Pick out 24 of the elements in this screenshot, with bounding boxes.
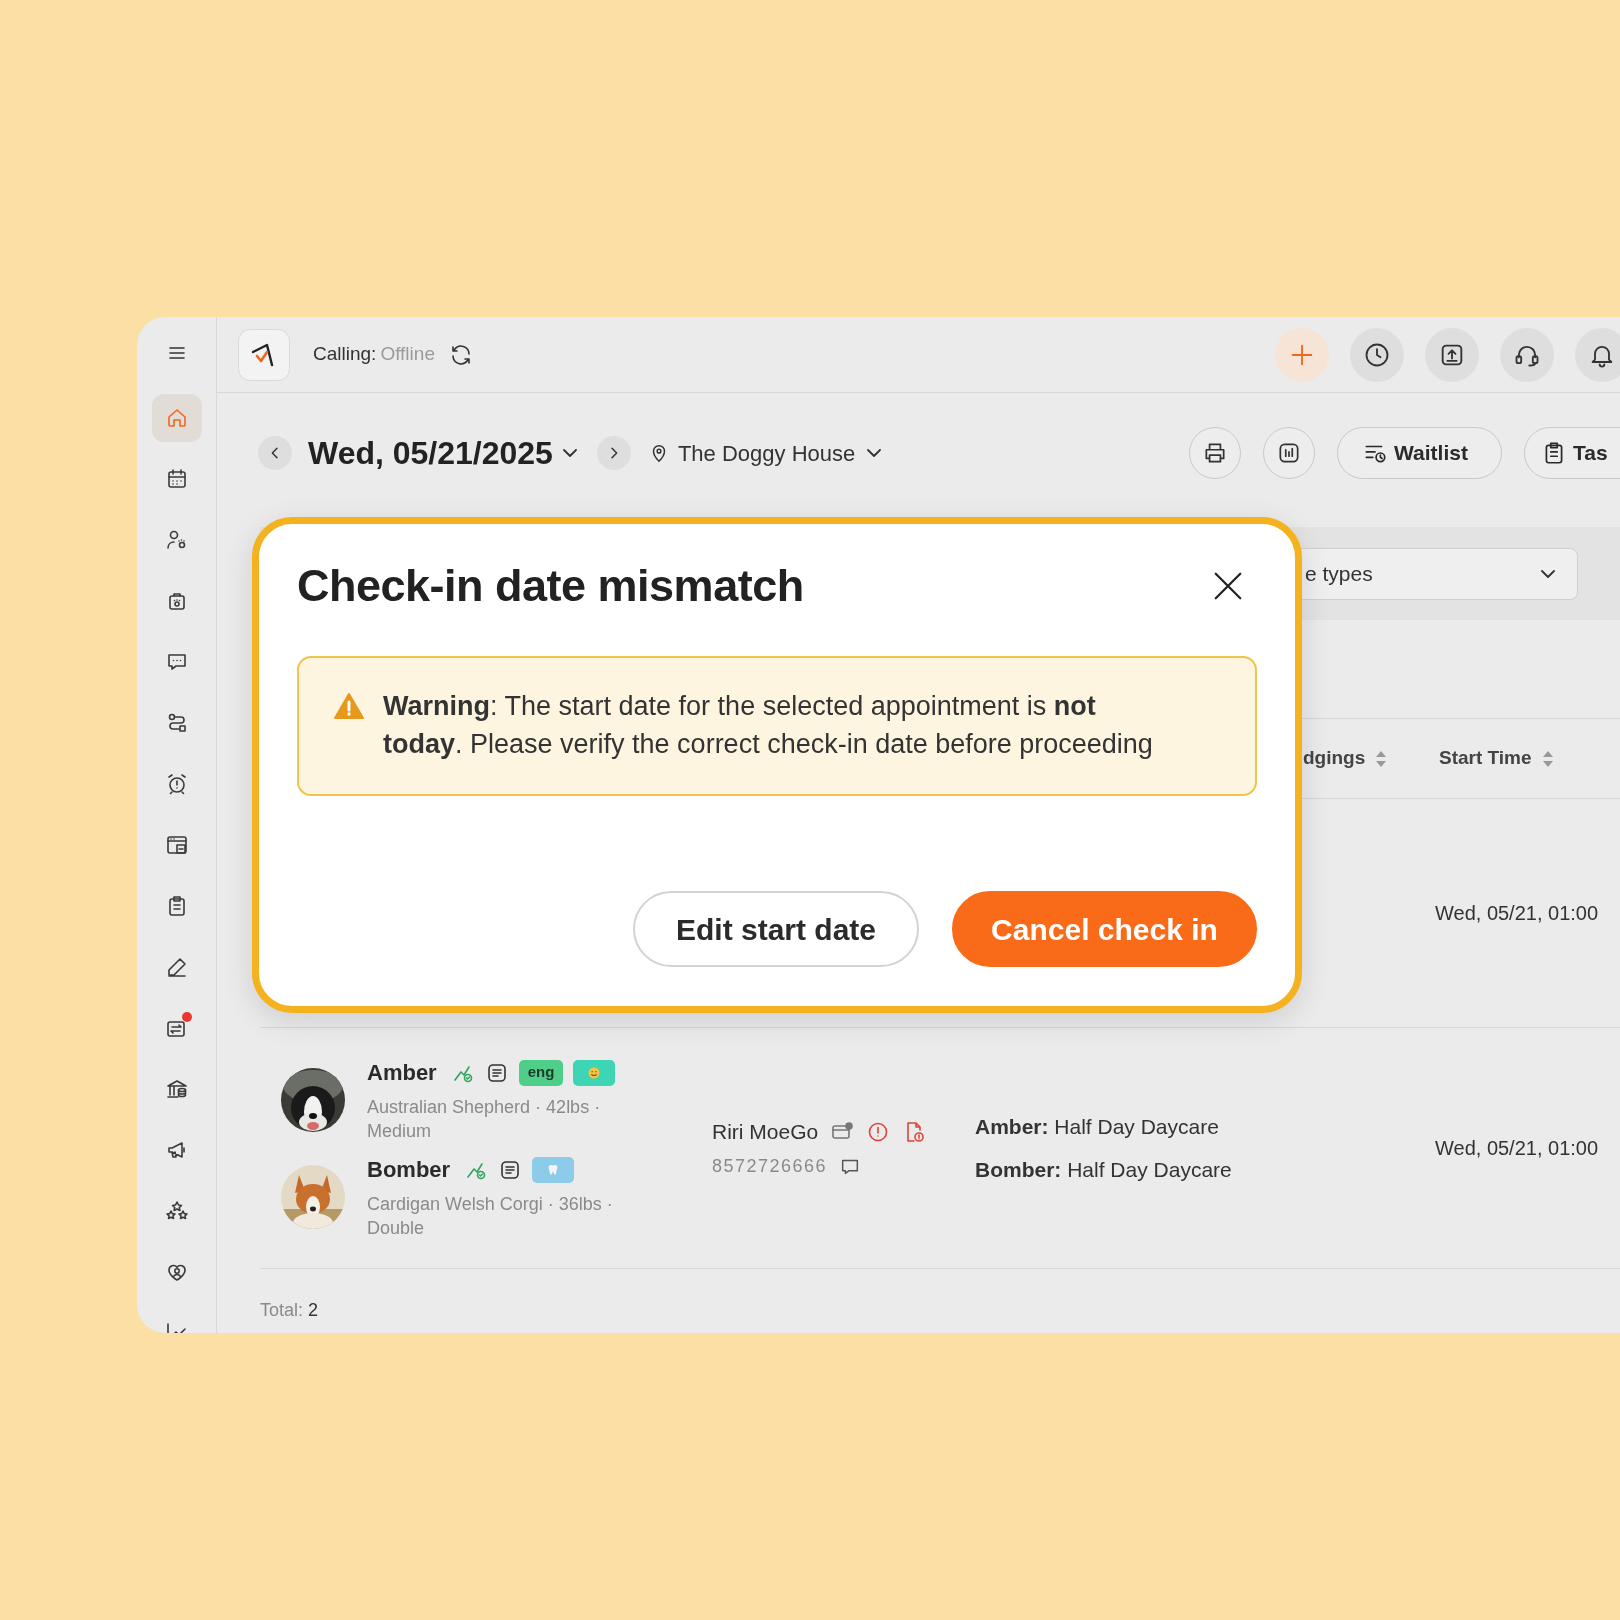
start-time: Wed, 05/21, 01:00 (1435, 1137, 1599, 1159)
column-header[interactable]: Start Time (1439, 744, 1532, 773)
dialog-title: Check-in date mismatch (297, 559, 804, 613)
pet-name: Bomber (367, 1156, 451, 1184)
location-selector[interactable]: The Doggy House (647, 436, 882, 470)
pet-details: Cardigan Welsh Corgi · 36lbs · Double (367, 1193, 614, 1240)
date-picker[interactable]: Wed, 05/21/2025 (308, 429, 577, 477)
pet-tag: eng (518, 1059, 564, 1086)
calling-label: Calling: (313, 342, 377, 367)
waitlist-button[interactable]: Waitlist (1337, 427, 1502, 479)
total-label: Total: (260, 1299, 304, 1322)
warning-message: Warning: The start date for the selected appointment is not today. Please verify the correct check-in date before proceeding (383, 690, 1154, 761)
client-name: Riri MoeGo (712, 1118, 819, 1145)
column-header[interactable]: dgings (1303, 744, 1366, 773)
pet-name: Amber (367, 1059, 437, 1087)
total-count: 2 (308, 1299, 319, 1322)
calling-status: Offline (380, 342, 435, 367)
edit-start-date-button[interactable]: Edit start date (633, 891, 919, 967)
start-time: Wed, 05/21, 01:00 (1435, 902, 1599, 924)
client-phone: 8572726666 (712, 1155, 828, 1179)
service-line: Amber: Half Day Daycare (975, 1113, 1220, 1140)
pet-details: Australian Shepherd · 42lbs · Medium (367, 1096, 602, 1143)
tasks-button[interactable]: Tas (1524, 427, 1620, 479)
service-line: Bomber: Half Day Daycare (975, 1157, 1233, 1183)
